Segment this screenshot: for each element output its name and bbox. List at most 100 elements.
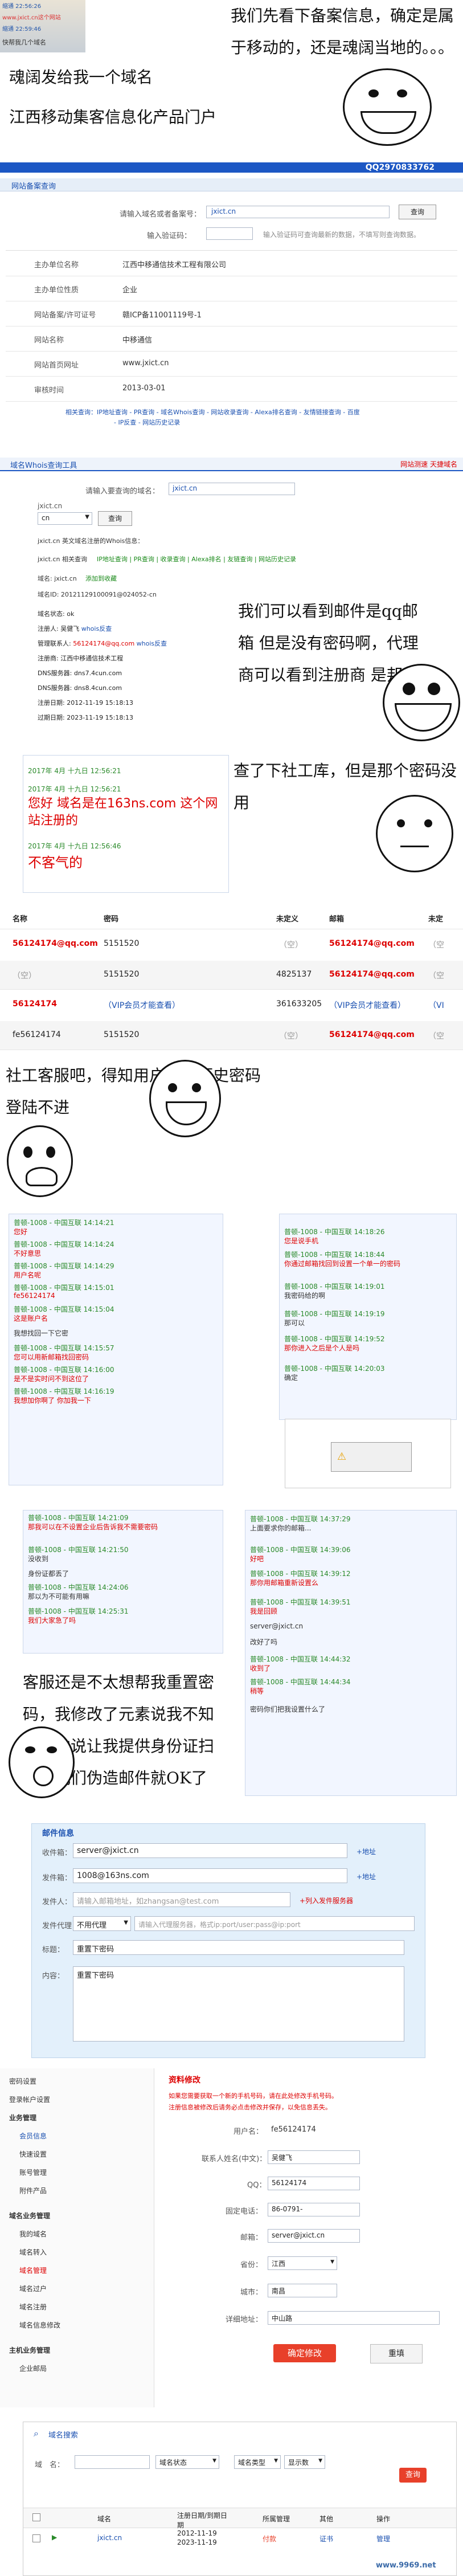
save-button[interactable]: 确定修改 — [273, 2344, 336, 2362]
body-field[interactable]: 重置下密码 — [73, 1966, 404, 2042]
sender-field[interactable]: 请输入邮箱地址，如zhangsan@test.com — [73, 1892, 290, 1907]
sidebar-item[interactable]: 域名过户 — [19, 2284, 47, 2293]
sidebar-item[interactable]: 附件产品 — [19, 2186, 47, 2195]
section-email: 邮件信息 收件箱： server@jxict.cn +地址 发件箱： 1008@… — [0, 1823, 463, 2063]
related-links[interactable]: 相关查询：IP地址查询 - PR查询 - 域名Whois查询 - 网站收录查询 … — [65, 407, 458, 417]
related-links[interactable]: IP地址查询 | PR查询 | 收录查询 | Alexa排名 | 友链查询 | … — [97, 554, 296, 564]
email-field[interactable]: server@jxict.cn — [268, 2229, 360, 2243]
table-row: 主办单位性质 企业 — [6, 276, 457, 301]
warning-icon: ⚠ — [337, 1451, 347, 1463]
whois-input-label: 请输入要查询的域名： — [85, 487, 160, 496]
sidebar-item[interactable]: 业务管理 — [9, 2113, 36, 2122]
proxy-input[interactable]: 请输入代理服务器，格式ip:port/user:pass@ip:port — [134, 1916, 415, 1931]
sidebar-item[interactable]: 会员信息 — [19, 2131, 47, 2141]
reset-button[interactable]: 重填 — [370, 2344, 423, 2363]
search-button[interactable]: 查询 — [399, 2468, 427, 2483]
sidebar-item[interactable]: 登录帐户设置 — [9, 2095, 50, 2104]
grin-face-icon — [383, 664, 460, 741]
whois-title-bar: 域名Whois查询工具 网站测速 天捷域名 — [0, 458, 463, 471]
from-field[interactable]: 1008@163ns.com — [73, 1868, 347, 1883]
city-field[interactable]: 南昌 — [268, 2284, 337, 2297]
email-title: 邮件信息 — [42, 1829, 74, 1838]
section-chat-1: 2017年 4月 十九日 12:56:21 2017年 4月 十九日 12:56… — [0, 755, 463, 900]
tld-select[interactable]: cn ▼ — [38, 512, 92, 525]
whois-input[interactable]: jxict.cn — [169, 483, 295, 495]
related-links-2[interactable]: - IP反查 - 网站历史记录 — [114, 418, 180, 427]
pay-badge[interactable]: 付款 — [263, 2534, 276, 2544]
add-address-link[interactable]: +地址 — [357, 1847, 376, 1856]
whois-title-right[interactable]: 网站测速 天捷域名 — [400, 459, 457, 469]
phone-field[interactable]: 86-0791- — [268, 2203, 360, 2216]
sidebar-item[interactable]: 主机业务管理 — [9, 2345, 50, 2355]
type-select[interactable]: 域名类型 ▼ — [234, 2455, 281, 2469]
domain-label-small: jxict.cn — [38, 502, 63, 510]
tab-label: 网站备案查询 — [11, 182, 56, 191]
to-field[interactable]: server@jxict.cn — [73, 1843, 347, 1858]
row-checkbox[interactable] — [32, 2534, 40, 2542]
table-row: 主办单位名称 江西中移通信技术工程有限公司 — [6, 251, 457, 276]
chat-window-left: 普顿-1008 - 中国互联 14:14:21 您好 普顿-1008 - 中国互… — [9, 1214, 223, 1485]
add-address-link[interactable]: +地址 — [357, 1872, 376, 1881]
domain-label: 请输入域名或者备案号： — [120, 210, 202, 219]
sidebar-item[interactable]: 域名信息修改 — [19, 2320, 60, 2330]
query-button[interactable]: 查询 — [399, 205, 436, 219]
phone-line: 缩通 22:56:26 — [2, 3, 42, 10]
email-panel: 邮件信息 收件箱： server@jxict.cn +地址 发件箱： 1008@… — [31, 1823, 425, 2058]
address-field[interactable]: 中山路 — [268, 2311, 440, 2325]
count-select[interactable]: 显示数 ▼ — [284, 2455, 325, 2469]
chat-window-right: 普顿-1008 - 中国互联 14:37:29 上面要求你的邮箱... 普顿-1… — [245, 1510, 457, 1796]
section-1: 缩通 22:56:26 www.jxict.cn这个网站 缩通 22:59:46… — [0, 0, 463, 162]
domain-search-input[interactable] — [75, 2455, 150, 2469]
sidebar-item[interactable]: 域名注册 — [19, 2302, 47, 2312]
table-row: 网站首页网址 www.jxict.cn — [6, 351, 457, 377]
chat-window-right: 普顿-1008 - 中国互联 14:18:26 您是说手机 普顿-1008 - … — [279, 1214, 457, 1420]
table-row: fe56124174 5151520 （空） 56124174@qq.com （… — [0, 1021, 463, 1050]
subject-field[interactable]: 重置下密码 — [73, 1940, 404, 1955]
qq-field[interactable]: 56124174 — [268, 2177, 360, 2190]
phone-screenshot: 缩通 22:56:26 www.jxict.cn这个网站 缩通 22:59:46… — [0, 0, 85, 52]
chevron-down-icon: ▼ — [212, 2458, 216, 2464]
add-server-link[interactable]: +列入发件服务器 — [300, 1896, 353, 1905]
whois-reverse-link[interactable]: whois反查 — [81, 625, 112, 632]
whois-query-button[interactable]: 查询 — [98, 511, 132, 526]
sidebar-item[interactable]: 域名管理 — [19, 2265, 47, 2275]
notice-1: 如果您需要获取一个新的手机号码，请在此处修改手机号码。 — [169, 2092, 338, 2100]
proxy-select[interactable]: 不用代理 ▼ — [73, 1916, 131, 1931]
domain-link[interactable]: jxict.cn — [97, 2534, 122, 2542]
select-all-checkbox[interactable] — [32, 2513, 40, 2521]
chevron-down-icon: ▼ — [330, 2259, 334, 2265]
domain-value: jxict.cn — [211, 207, 236, 215]
whois-details: 域名状态: ok 注册人: 吴健飞 whois反查 管理联系人: 5612417… — [38, 610, 167, 721]
phone-line: 缩通 22:59:46 — [2, 26, 42, 32]
chat-window: 2017年 4月 十九日 12:56:21 2017年 4月 十九日 12:56… — [23, 755, 229, 893]
sidebar-item[interactable]: 域名业务管理 — [9, 2211, 50, 2220]
manage-link[interactable]: 管理 — [376, 2534, 390, 2544]
cert-link[interactable]: 证书 — [319, 2534, 333, 2544]
search-title: 域名搜索 — [48, 2431, 79, 2440]
sidebar-item[interactable]: 域名转入 — [19, 2247, 47, 2257]
sidebar-item[interactable]: 企业邮局 — [19, 2363, 47, 2373]
name-field[interactable]: 吴健飞 — [268, 2150, 360, 2164]
sidebar-item[interactable]: 快速设置 — [19, 2149, 47, 2159]
table-row: ▶ jxict.cn 2012-11-19 2023-11-19 付款 证书 管… — [23, 2527, 456, 2550]
domain-input[interactable]: jxict.cn — [206, 206, 390, 218]
whois-reverse-link[interactable]: whois反查 — [137, 640, 167, 647]
sidebar-item[interactable]: 我的域名 — [19, 2229, 47, 2239]
sidebar: 密码设置 登录帐户设置 业务管理 会员信息 快速设置 账号管理 附件产品 域名业… — [0, 2068, 154, 2407]
play-icon[interactable]: ▶ — [52, 2533, 57, 2541]
status-select[interactable]: 域名状态 ▼ — [155, 2455, 219, 2469]
sidebar-item[interactable]: 密码设置 — [9, 2076, 36, 2086]
phone-line: 快帮我几个域名 — [2, 39, 46, 46]
profile-title: 资料修改 — [169, 2076, 200, 2085]
province-select[interactable]: 江西 ▼ — [268, 2256, 337, 2270]
table-row: 审核时间 2013-03-01 — [6, 376, 457, 402]
rage-face-icon — [343, 68, 432, 146]
sidebar-item[interactable]: 账号管理 — [19, 2167, 47, 2177]
section-domain-search: ⌕ 域名搜索 域 名： 域名状态 ▼ 域名类型 ▼ 显示数 ▼ 查询 域名 注册日期/… — [0, 2422, 463, 2576]
table-header: 名称 密码 未定义 邮箱 未定 — [0, 906, 463, 929]
happy-face-icon — [149, 1060, 221, 1137]
whois-subtitle: jxict.cn 英文域名注册的Whois信息： — [38, 537, 144, 545]
favorite-link[interactable]: 添加到收藏 — [85, 574, 117, 583]
tab-beian[interactable]: 网站备案查询 — [0, 178, 463, 191]
captcha-input[interactable] — [206, 227, 253, 240]
